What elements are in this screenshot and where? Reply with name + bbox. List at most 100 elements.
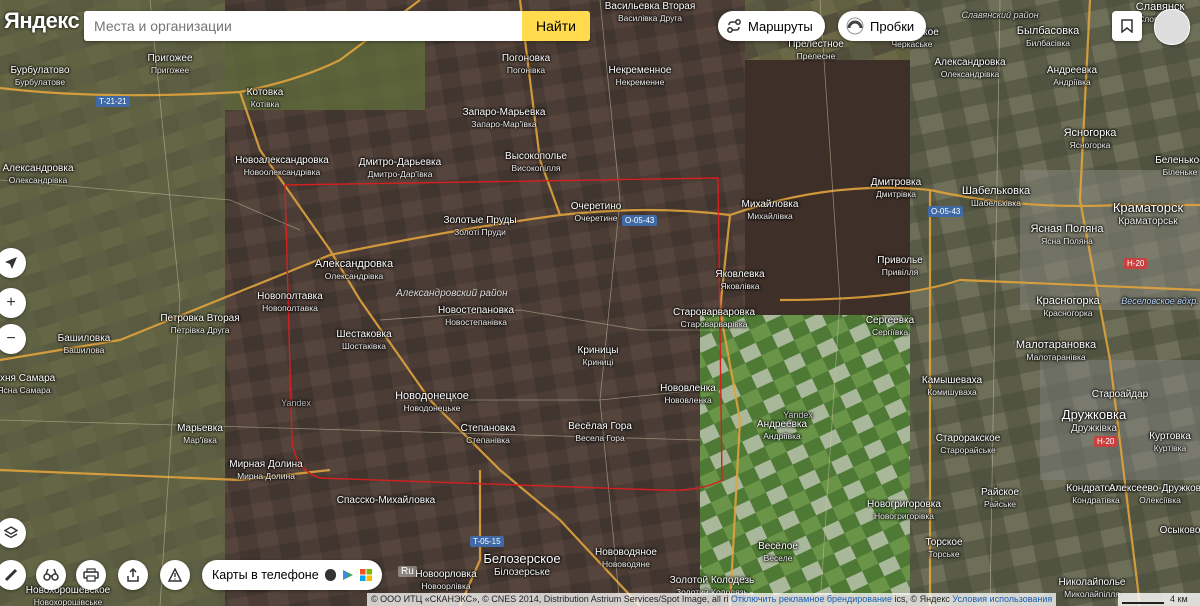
copyright-text: © ООО ИТЦ «СКАНЭКС», © CNES 2014, Distri… — [371, 594, 729, 604]
printer-icon — [83, 568, 99, 582]
town-label: Староварваровка Староварварівка — [672, 307, 756, 330]
panorama-button[interactable] — [36, 560, 66, 590]
town-label: Ясная Поляна Ясна Поляна — [1030, 223, 1104, 247]
town-label: Новополтавка Новополтавка — [257, 291, 323, 314]
report-error-button[interactable] — [160, 560, 190, 590]
town-label: Марьевка Мар'ївка — [177, 423, 223, 446]
ru-badge: Ru — [398, 566, 417, 577]
town-label: Запаро-Марьевка Запаро-Мар'ївка — [462, 107, 546, 130]
yandex-logo[interactable]: Яндекс — [4, 8, 80, 34]
town-label: Былбасовка Билбасівка — [1016, 25, 1080, 49]
town-label: Сергеевка Сергіївка — [865, 315, 915, 338]
road-shield: T-05-15 — [470, 536, 504, 547]
town-label: Алексеево-ДружковкаОлексіївка — [1108, 483, 1200, 506]
road-shield: O-05-43 — [928, 206, 964, 217]
town-label: Староракское Старорайське — [935, 433, 1001, 456]
town-label: Торское Торське — [925, 537, 963, 560]
town-label: Степановка Степанівка — [460, 423, 516, 446]
terms-link[interactable]: Условия использования — [952, 594, 1052, 604]
town-label: Очеретино Очеретине — [570, 201, 622, 224]
disable-branding-link[interactable]: Отключить рекламное брендирование — [731, 594, 892, 604]
town-label: Нововленка Нововленка — [660, 383, 716, 406]
search-input[interactable] — [84, 11, 522, 41]
town-label: Новоорловка Новоорлівка — [415, 569, 477, 592]
town-label: Андреевка Андріївка — [1046, 65, 1098, 88]
mobile-app-promo[interactable]: Карты в телефоне — [202, 560, 382, 590]
town-label: Башиловка Башилова — [57, 333, 111, 356]
google-play-icon — [342, 570, 353, 580]
town-label: Шестаковка Шостаківка — [336, 329, 392, 352]
town-label: Краматорск Краматорськ — [1112, 200, 1184, 227]
satellite-map[interactable]: Александровский район Славянский район В… — [0, 0, 1200, 606]
reservoir-label: Веселовское вдхр. — [1121, 296, 1199, 306]
town-label: Криницы Криниці — [577, 345, 619, 368]
route-icon — [727, 19, 741, 33]
apple-icon — [324, 569, 336, 581]
share-button[interactable] — [118, 560, 148, 590]
layers-icon — [4, 526, 18, 539]
town-label: Новоалександровка Новоолександрівка — [235, 155, 329, 178]
town-label: Камышеваха Комишуваха — [921, 375, 983, 398]
town-label: Новогригоровка Новогригорівка — [867, 499, 941, 522]
routes-label: Маршруты — [748, 18, 813, 34]
town-label: Васильевка Вторая Василівка Друга — [604, 1, 696, 24]
town-label: Весёлая Гора Весела Гора — [568, 421, 632, 444]
town-label: Александровка Олександрівка — [934, 57, 1006, 80]
town-label: Мирная Долина Мирна Долина — [229, 459, 303, 482]
routes-button[interactable]: Маршруты — [718, 11, 825, 41]
town-label: Яковлевка Яковлівка — [715, 269, 765, 292]
town-label: Некременное Некременне — [608, 65, 672, 88]
town-label: Староайдар — [1091, 389, 1149, 400]
scale-label: 4 км — [1170, 594, 1188, 604]
traffic-label: Пробки — [870, 18, 915, 34]
district-label: Александровский район — [396, 288, 508, 299]
town-label: Райское Райське — [980, 487, 1020, 510]
town-label: Осыково — [1159, 525, 1200, 536]
town-label: Михайловка Михайлівка — [741, 199, 799, 222]
town-label: Шабельковка Шабельківка — [961, 185, 1031, 209]
town-label: Золотые Пруды Золоті Пруди — [443, 215, 517, 238]
road-shield: H-20 — [1124, 258, 1148, 269]
town-label: Красногорка Красногорка — [1036, 295, 1100, 319]
road-shield: O-05-43 — [622, 215, 658, 226]
town-label: Дмитро-Дарьевка Дмитро-Дар'ївка — [358, 157, 442, 180]
town-label: Спасско-Михайловка — [336, 495, 436, 506]
bookmark-icon — [1121, 19, 1133, 33]
town-label: Александровка Олександрівка — [314, 258, 394, 282]
copyright-bar: © ООО ИТЦ «СКАНЭКС», © CNES 2014, Distri… — [367, 593, 1057, 606]
phone-label: Карты в телефоне — [212, 568, 319, 582]
bookmarks-button[interactable] — [1112, 11, 1142, 41]
town-label: Новодонецкое Новодонецьке — [395, 390, 469, 414]
town-label: Петровка Вторая Петрівка Друга — [160, 313, 240, 336]
town-label: Ясногорка Ясногорка — [1063, 127, 1117, 151]
town-label: Новостепановка Новостепанівка — [437, 305, 515, 328]
location-arrow-icon — [5, 257, 17, 269]
road-shield: T-21-21 — [96, 96, 130, 107]
print-button[interactable] — [76, 560, 106, 590]
town-label: Бурбулатово Бурбулатове — [10, 65, 70, 88]
search-button[interactable]: Найти — [522, 11, 590, 41]
yandex-watermark: Yandex — [281, 398, 311, 408]
town-label: Николайполье Миколайпілля — [1058, 577, 1126, 600]
town-label: Котовка Котівка — [246, 87, 284, 110]
windows-icon — [359, 569, 372, 581]
town-label: Прелестное Прелесне — [788, 39, 844, 62]
town-label: Малотарановка Малотаранівка — [1015, 339, 1097, 363]
scale-bar: 4 км — [1118, 593, 1200, 606]
town-label: Пригожее Пригожее — [147, 53, 193, 76]
town-label: Беленькое Біленьке — [1155, 155, 1200, 178]
scale-line — [1122, 602, 1164, 604]
town-label: Нововодяное Нововодяне — [595, 547, 657, 570]
traffic-button[interactable]: Пробки — [838, 11, 927, 41]
town-label: Весёлое Веселе — [758, 541, 798, 564]
district-label-slavyansk: Славянский район — [961, 10, 1039, 20]
town-label: Привольe Привілля — [877, 255, 923, 278]
copyright-yandex: ics, © Яндекс — [891, 594, 950, 604]
share-icon — [127, 568, 139, 582]
ruler-icon — [4, 568, 18, 582]
avatar[interactable] — [1154, 9, 1190, 45]
town-label: Дмитровка Дмитрівка — [870, 177, 922, 200]
town-label: Яхня СамараЯсна Самара — [0, 373, 56, 396]
map-imagery — [0, 0, 1200, 606]
town-label: Белозерское Білозерське — [483, 551, 561, 578]
